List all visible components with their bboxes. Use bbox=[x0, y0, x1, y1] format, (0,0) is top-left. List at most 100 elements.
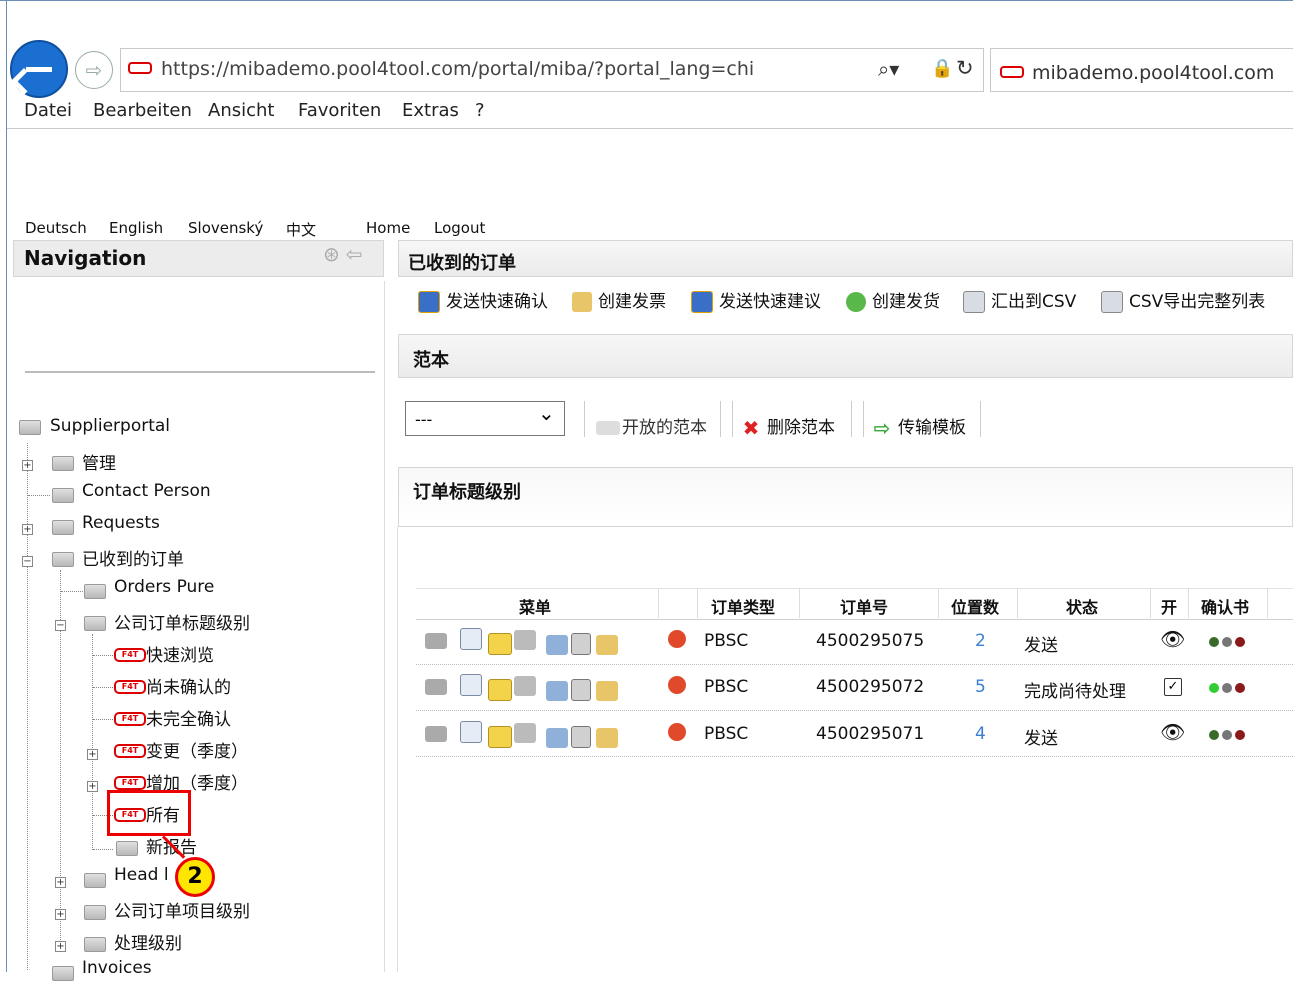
address-url[interactable]: https://mibademo.pool4tool.com/portal/mi… bbox=[161, 58, 754, 80]
lang-deutsch-link[interactable]: Deutsch bbox=[25, 219, 87, 237]
word-doc-icon[interactable] bbox=[460, 721, 482, 743]
tree-received-orders[interactable]: 已收到的订单 bbox=[82, 545, 184, 570]
collapse-icon[interactable]: − bbox=[22, 556, 33, 567]
menu-bar bbox=[7, 94, 1293, 129]
col-status[interactable]: 状态 bbox=[1066, 594, 1098, 618]
order-number[interactable]: 4500295075 bbox=[816, 631, 924, 651]
stack-icon[interactable] bbox=[514, 723, 536, 743]
invoice-icon[interactable] bbox=[596, 681, 618, 701]
create-invoice-button[interactable]: 创建发票 bbox=[572, 287, 666, 312]
order-number[interactable]: 4500295072 bbox=[816, 677, 924, 697]
expand-icon[interactable]: + bbox=[22, 460, 33, 471]
expand-icon[interactable]: + bbox=[55, 877, 66, 888]
window-top-border bbox=[0, 0, 1293, 9]
tree-contact-person[interactable]: Contact Person bbox=[82, 481, 211, 501]
navigation-title: Navigation bbox=[24, 246, 147, 270]
print-icon[interactable] bbox=[546, 681, 568, 701]
note-icon[interactable] bbox=[488, 679, 512, 701]
nav-pin-icons[interactable]: ⊛⇦ bbox=[323, 242, 369, 266]
eye-icon[interactable]: 👁 bbox=[1160, 720, 1185, 744]
folder-icon[interactable] bbox=[425, 633, 447, 649]
menu-bearbeiten[interactable]: Bearbeiten bbox=[93, 100, 192, 121]
tree-order-item-level[interactable]: 公司订单项目级别 bbox=[114, 897, 250, 922]
lang-chinese-link[interactable]: 中文 bbox=[286, 219, 316, 240]
position-count[interactable]: 5 bbox=[975, 677, 986, 697]
folder-icon bbox=[84, 616, 106, 631]
note-icon[interactable] bbox=[488, 726, 512, 748]
menu-help[interactable]: ? bbox=[475, 100, 485, 121]
expand-icon[interactable]: + bbox=[55, 909, 66, 920]
col-order-type[interactable]: 订单类型 bbox=[711, 594, 775, 618]
tree-partially-confirmed[interactable]: 未完全确认 bbox=[146, 705, 231, 730]
menu-ansicht[interactable]: Ansicht bbox=[208, 100, 274, 121]
order-status: 发送 bbox=[1024, 636, 1058, 656]
forward-button[interactable]: ⇨ bbox=[75, 51, 113, 89]
print-icon[interactable] bbox=[546, 728, 568, 748]
eye-icon[interactable]: 👁 bbox=[1160, 627, 1185, 651]
expand-icon[interactable]: + bbox=[87, 781, 98, 792]
tree-orders-pure[interactable]: Orders Pure bbox=[114, 577, 214, 597]
col-order-number[interactable]: 订单号 bbox=[840, 594, 888, 618]
col-open[interactable]: 开 bbox=[1161, 594, 1177, 618]
menu-extras[interactable]: Extras bbox=[402, 100, 459, 121]
create-shipment-button[interactable]: 创建发货 bbox=[846, 287, 940, 312]
invoice-icon[interactable] bbox=[596, 635, 618, 655]
main-left-border bbox=[397, 527, 398, 972]
expand-icon[interactable]: + bbox=[22, 524, 33, 535]
tree-manage[interactable]: 管理 bbox=[82, 449, 116, 474]
send-quick-confirm-button[interactable]: 发送快速确认 bbox=[418, 287, 548, 313]
view-icon[interactable] bbox=[571, 726, 591, 748]
home-link[interactable]: Home bbox=[366, 219, 410, 237]
tree-invoices[interactable]: Invoices bbox=[82, 958, 152, 978]
expand-icon[interactable]: + bbox=[87, 749, 98, 760]
stack-icon[interactable] bbox=[514, 630, 536, 650]
back-button[interactable] bbox=[10, 40, 68, 98]
tab-title[interactable]: mibademo.pool4tool.com bbox=[1032, 62, 1274, 84]
lock-icon[interactable]: 🔒 bbox=[931, 58, 953, 79]
export-csv-button[interactable]: 汇出到CSV bbox=[963, 287, 1076, 313]
folder-icon[interactable] bbox=[425, 679, 447, 695]
open-template-button[interactable]: 开放的范本 bbox=[596, 413, 707, 438]
folder-icon[interactable] bbox=[425, 726, 447, 742]
word-doc-icon[interactable] bbox=[460, 628, 482, 650]
transfer-template-button[interactable]: ⇨ 传输模板 bbox=[872, 413, 966, 438]
search-icon[interactable]: ⌕▾ bbox=[878, 57, 899, 81]
view-icon[interactable] bbox=[571, 633, 591, 655]
tree-supplierportal[interactable]: Supplierportal bbox=[50, 416, 170, 436]
stack-icon[interactable] bbox=[514, 676, 536, 696]
refresh-icon[interactable]: ↻ bbox=[956, 56, 974, 80]
tree-head-level[interactable]: Head l bbox=[114, 865, 169, 885]
export-full-csv-button[interactable]: CSV导出完整列表 bbox=[1101, 287, 1265, 313]
template-select-value[interactable]: --- bbox=[415, 410, 432, 429]
position-count[interactable]: 2 bbox=[975, 631, 986, 651]
menu-datei[interactable]: Datei bbox=[24, 100, 72, 121]
expand-icon[interactable]: + bbox=[55, 941, 66, 952]
main-header bbox=[398, 240, 1293, 277]
position-count[interactable]: 4 bbox=[975, 724, 986, 744]
send-quick-proposal-button[interactable]: 发送快速建议 bbox=[691, 287, 821, 313]
lang-english-link[interactable]: English bbox=[109, 219, 163, 237]
checkbox-icon[interactable]: ✓ bbox=[1164, 678, 1182, 696]
tree-order-header-level[interactable]: 公司订单标题级别 bbox=[114, 609, 250, 634]
tree-changes-quarter[interactable]: 变更（季度） bbox=[146, 737, 248, 762]
delete-template-button[interactable]: ✖ 删除范本 bbox=[741, 413, 835, 438]
print-icon[interactable] bbox=[546, 635, 568, 655]
col-positions[interactable]: 位置数 bbox=[951, 594, 999, 618]
col-confirmation[interactable]: 确认书 bbox=[1201, 594, 1249, 618]
invoice-icon[interactable] bbox=[596, 728, 618, 748]
word-doc-icon[interactable] bbox=[460, 674, 482, 696]
note-icon[interactable] bbox=[488, 633, 512, 655]
collapse-icon[interactable]: − bbox=[55, 620, 66, 631]
confirm-icon bbox=[418, 291, 440, 313]
chevron-down-icon[interactable]: ⌄ bbox=[538, 401, 555, 425]
logout-link[interactable]: Logout bbox=[434, 219, 485, 237]
tree-processing-level[interactable]: 处理级别 bbox=[114, 929, 182, 954]
tree-requests[interactable]: Requests bbox=[82, 513, 160, 533]
menu-favoriten[interactable]: Favoriten bbox=[298, 100, 381, 121]
order-number[interactable]: 4500295071 bbox=[816, 724, 924, 744]
view-icon[interactable] bbox=[571, 679, 591, 701]
lang-slovensky-link[interactable]: Slovenský bbox=[188, 219, 263, 237]
tree-quick-view[interactable]: 快速浏览 bbox=[146, 641, 214, 666]
tree-unconfirmed[interactable]: 尚未确认的 bbox=[146, 673, 231, 698]
col-menu[interactable]: 菜单 bbox=[519, 594, 551, 618]
